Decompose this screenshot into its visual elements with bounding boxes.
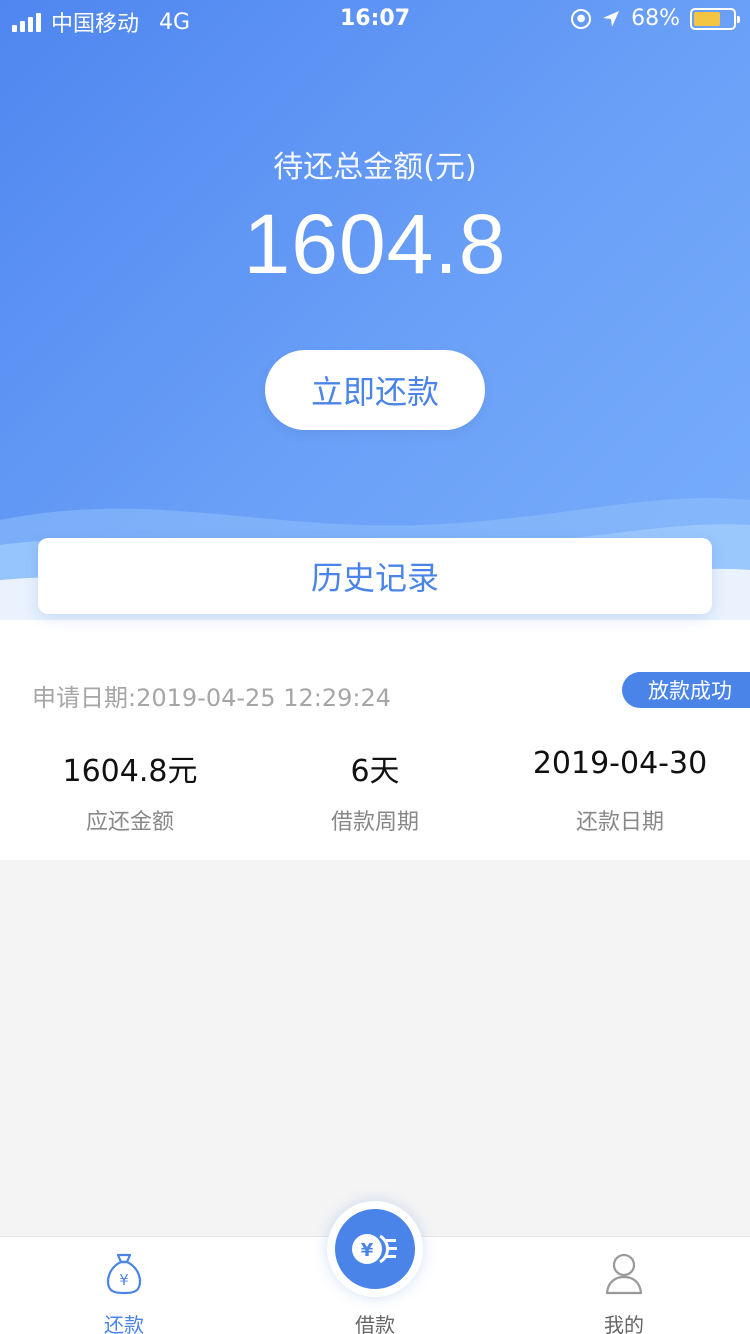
status-bar: 中国移动 4G 16:07 ● 68% bbox=[0, 0, 750, 40]
money-bag-icon: ¥ bbox=[106, 1253, 142, 1295]
apply-date: 申请日期:2019-04-25 12:29:24 bbox=[32, 684, 391, 712]
yen-coin-icon: ¥ bbox=[352, 1234, 397, 1264]
svg-text:¥: ¥ bbox=[361, 1240, 374, 1261]
battery-icon bbox=[690, 7, 740, 30]
repay-now-button[interactable]: 立即还款 bbox=[265, 350, 485, 430]
orientation-lock-icon: ● bbox=[571, 8, 592, 29]
stat-label: 还款日期 bbox=[575, 810, 664, 835]
tab-label: 我的 bbox=[604, 1313, 644, 1334]
stat-label: 借款周期 bbox=[330, 810, 419, 835]
record-stats: 1604.8元 应还金额 6天 借款周期 2019-04-30 还款日期 bbox=[0, 746, 750, 836]
tab-repay[interactable]: ¥ 还款 bbox=[64, 1237, 184, 1334]
battery-percent: 68% bbox=[631, 6, 680, 31]
total-amount-value: 1604.8 bbox=[243, 197, 507, 291]
user-icon bbox=[605, 1253, 643, 1295]
tab-label: 还款 bbox=[104, 1313, 144, 1334]
status-badge: 放款成功 bbox=[622, 672, 750, 708]
stat-repay-amount: 1604.8元 应还金额 bbox=[0, 746, 260, 836]
battery-fill bbox=[694, 11, 720, 26]
borrow-button-core: ¥ bbox=[335, 1209, 415, 1289]
stat-value: 2019-04-30 bbox=[532, 746, 708, 781]
stat-value: 6天 bbox=[350, 754, 400, 789]
loan-record-card[interactable]: 申请日期:2019-04-25 12:29:24 放款成功 1604.8元 应还… bbox=[0, 620, 750, 860]
borrow-center-button[interactable]: ¥ bbox=[327, 1201, 423, 1297]
stat-label: 应还金额 bbox=[85, 810, 174, 835]
history-records-button[interactable]: 历史记录 bbox=[38, 538, 712, 614]
svg-text:¥: ¥ bbox=[119, 1271, 129, 1289]
tab-label: 借款 bbox=[355, 1313, 395, 1334]
stat-repay-date: 2019-04-30 还款日期 bbox=[490, 746, 750, 836]
hero-header: 中国移动 4G 16:07 ● 68% 待还总金额(元) 1604.8 立即还款 bbox=[0, 0, 750, 620]
total-amount-label: 待还总金额(元) bbox=[273, 150, 477, 185]
app-screen: 中国移动 4G 16:07 ● 68% 待还总金额(元) 1604.8 立即还款… bbox=[0, 0, 750, 1334]
stat-value: 1604.8元 bbox=[62, 754, 198, 789]
tab-mine[interactable]: 我的 bbox=[564, 1237, 684, 1334]
location-arrow-icon bbox=[603, 10, 620, 27]
stat-loan-period: 6天 借款周期 bbox=[260, 746, 490, 836]
